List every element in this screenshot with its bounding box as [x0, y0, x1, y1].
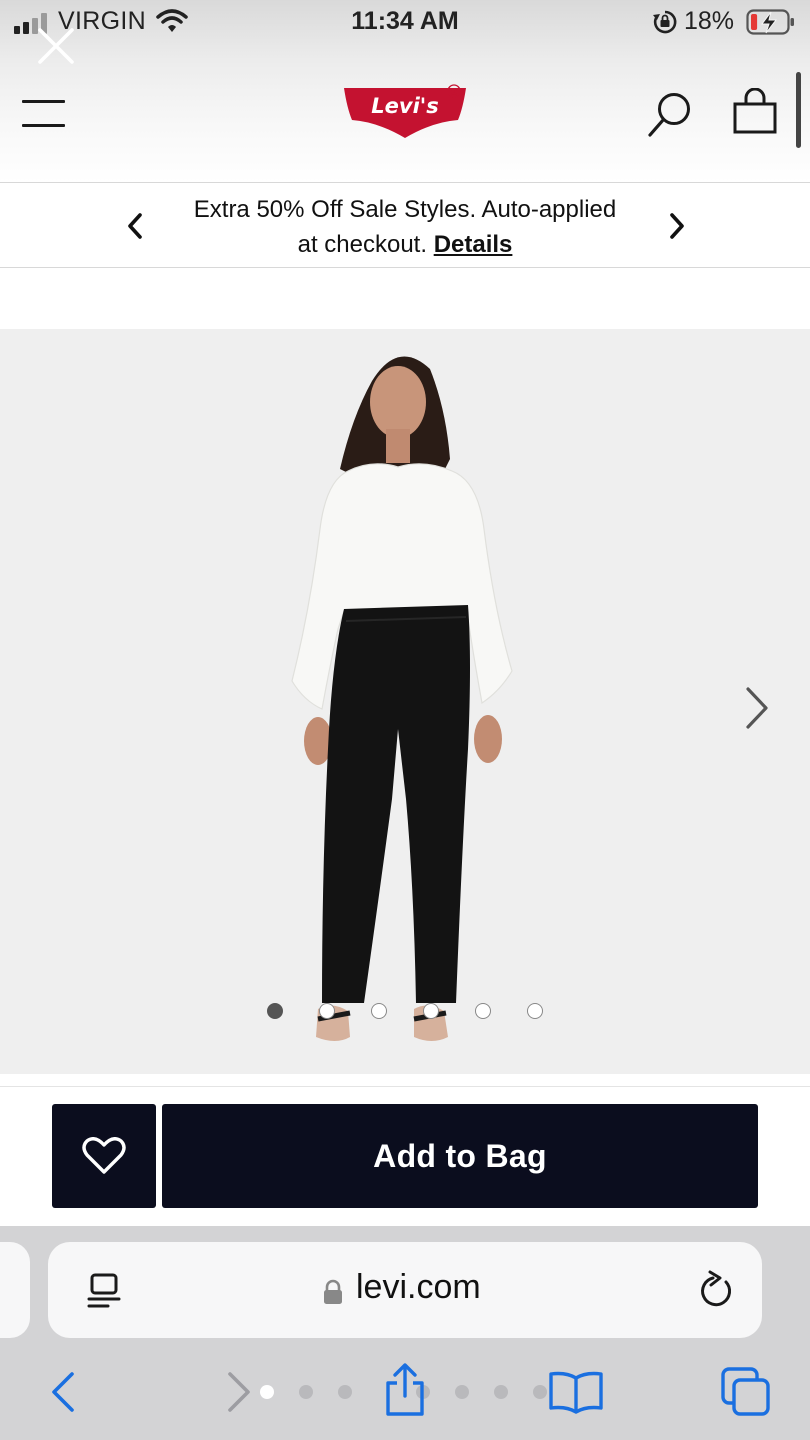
rotation-lock-icon [653, 10, 677, 34]
page-dot [533, 1385, 547, 1399]
previous-tab-peek[interactable] [0, 1242, 30, 1338]
chevron-left-icon[interactable] [124, 211, 146, 241]
tabs-icon[interactable] [720, 1366, 772, 1418]
gallery-dot[interactable] [267, 1003, 283, 1019]
promo-message: Extra 50% Off Sale Styles. Auto-applied … [150, 192, 660, 262]
promo-line-2-prefix: at checkout. [297, 231, 428, 258]
share-icon[interactable] [382, 1362, 428, 1418]
levis-logo[interactable]: Levi's ® [342, 84, 472, 142]
shopping-bag-icon[interactable] [732, 88, 778, 136]
page-dot [260, 1385, 274, 1399]
status-bar: VIRGIN 11:34 AM 18% [0, 0, 810, 46]
heart-icon [82, 1137, 126, 1174]
chevron-right-icon[interactable] [666, 211, 688, 241]
lock-icon [324, 1279, 342, 1304]
page-dot [494, 1385, 508, 1399]
battery-charging-icon [746, 9, 794, 35]
promo-line-1: Extra 50% Off Sale Styles. Auto-applied [193, 196, 617, 223]
gallery-pagination [267, 1003, 567, 1021]
search-icon[interactable] [646, 90, 694, 140]
reader-icon[interactable] [86, 1272, 122, 1312]
page-dot [455, 1385, 469, 1399]
chevron-right-icon[interactable] [740, 685, 774, 731]
gallery-dot[interactable] [371, 1003, 387, 1019]
product-image-gallery[interactable] [0, 329, 810, 1074]
browser-nav-row [0, 1358, 810, 1428]
product-action-bar: Add to Bag [0, 1086, 810, 1226]
bookmarks-icon[interactable] [548, 1370, 604, 1414]
logo-wordmark: Levi's [371, 94, 438, 118]
wishlist-button[interactable] [52, 1104, 156, 1208]
gallery-dot[interactable] [319, 1003, 335, 1019]
promo-line-2: at checkout. Details [150, 227, 660, 262]
page-dot [338, 1385, 352, 1399]
product-photo-model [291, 356, 513, 1041]
add-to-bag-button[interactable]: Add to Bag [162, 1104, 758, 1208]
url-text[interactable]: levi.com [356, 1268, 481, 1307]
forward-icon [228, 1372, 250, 1412]
page-scroll-indicator [796, 72, 801, 148]
gallery-dot[interactable] [527, 1003, 543, 1019]
page-dot [299, 1385, 313, 1399]
reload-icon[interactable] [696, 1270, 736, 1312]
site-header: Levi's ® [0, 70, 810, 160]
gallery-dot[interactable] [475, 1003, 491, 1019]
close-icon[interactable] [36, 26, 76, 66]
promo-banner: Extra 50% Off Sale Styles. Auto-applied … [0, 182, 810, 268]
browser-toolbar: levi.com [0, 1226, 810, 1440]
gallery-dot[interactable] [423, 1003, 439, 1019]
address-bar[interactable]: levi.com [48, 1242, 762, 1338]
battery-percentage: 18% [684, 7, 735, 35]
hamburger-menu-icon[interactable] [22, 98, 66, 128]
registered-mark: ® [450, 88, 459, 98]
back-icon[interactable] [48, 1368, 78, 1416]
promo-details-link[interactable]: Details [434, 231, 513, 258]
